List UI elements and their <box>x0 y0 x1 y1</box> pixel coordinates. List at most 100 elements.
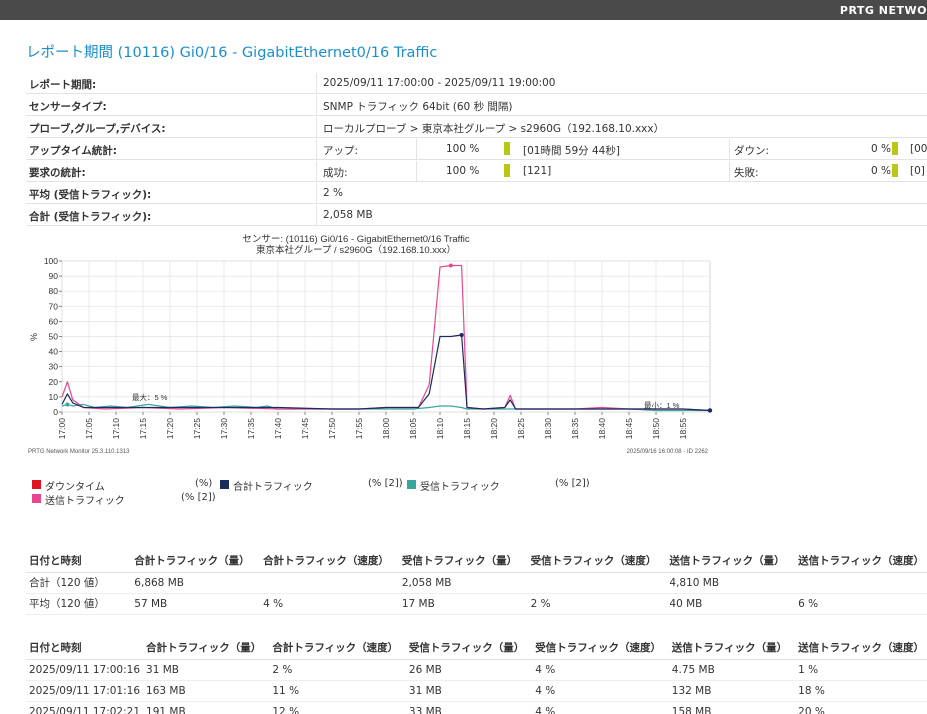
legend-unit: (% [2]) <box>555 478 590 489</box>
max-annotation: 最大：5 % <box>132 392 168 402</box>
x-tick-label: 17:35 <box>246 418 256 440</box>
chart-subtitle: 東京本社グループ / s2960G（192.168.10.xxx） <box>256 244 456 256</box>
average-value: 2 % <box>323 187 343 199</box>
divider <box>316 205 317 226</box>
y-tick-label: 100 <box>44 256 58 266</box>
requests-fail-pct: 0 % <box>871 165 891 177</box>
table-cell: 31 MB <box>143 659 270 681</box>
table-cell: 17 MB <box>398 593 528 615</box>
table-row: 平均（120 値） 57 MB 4 % 17 MB 2 % 40 MB 6 % <box>26 593 927 615</box>
uptime-down-bar <box>892 142 898 155</box>
column-header: 合計トラフィック（量） <box>143 636 270 660</box>
table-header-row: 日付と時刻 合計トラフィック（量） 合計トラフィック（速度） 受信トラフィック（… <box>26 549 927 573</box>
y-tick-label: 30 <box>49 362 59 372</box>
divider <box>316 139 317 160</box>
table-cell: 合計（120 値） <box>26 572 132 594</box>
y-tick-label: 10 <box>49 392 59 402</box>
table-cell: 163 MB <box>143 680 270 702</box>
requests-fail-label: 失敗: <box>734 167 759 179</box>
requests-success-count: [121] <box>523 165 552 177</box>
column-header: 合計トラフィック（速度） <box>269 636 406 660</box>
uptime-label: アップタイム統計: <box>29 145 117 157</box>
sensor-type-label: センサータイプ: <box>29 101 107 113</box>
requests-success-bar <box>504 164 510 177</box>
table-cell: 4 % <box>532 680 669 702</box>
x-tick-label: 17:30 <box>219 418 229 440</box>
table-header-row: 日付と時刻 合計トラフィック（量） 合計トラフィック（速度） 受信トラフィック（… <box>26 636 927 660</box>
column-header: 受信トラフィック（量） <box>398 549 528 573</box>
divider <box>316 161 317 182</box>
chart-title: センサー: (10116) Gi0/16 - GigabitEthernet0/… <box>242 234 469 245</box>
uptime-up-bar <box>504 142 510 155</box>
table-row: 合計（120 値） 6,868 MB 2,058 MB 4,810 MB <box>26 572 927 594</box>
divider <box>729 139 730 160</box>
divider <box>416 161 417 182</box>
probe-label: プローブ,グループ,デバイス: <box>29 123 166 135</box>
x-tick-label: 17:40 <box>273 418 283 440</box>
table-cell: 158 MB <box>668 701 796 714</box>
requests-label: 要求の統計: <box>29 167 86 179</box>
x-axis-ticks: 17:00 17:05 17:10 17:15 17:20 17:25 17:30 17:35… <box>57 412 688 439</box>
y-tick-label: 90 <box>49 271 59 281</box>
summary-table: 日付と時刻 合計トラフィック（量） 合計トラフィック（速度） 受信トラフィック（… <box>26 549 927 615</box>
x-tick-label: 17:45 <box>300 418 310 440</box>
top-bar: PRTG NETWO <box>0 0 927 20</box>
table-cell: 2,058 MB <box>398 572 528 594</box>
legend-swatch <box>32 480 41 489</box>
table-cell: 2025/09/11 17:02:21 <box>26 701 144 714</box>
table-cell: 2025/09/11 17:00:16 <box>26 659 144 681</box>
table-row: 2025/09/11 17:02:21 191 MB 12 % 33 MB 4 … <box>26 701 927 714</box>
table-cell: 33 MB <box>405 701 533 714</box>
x-tick-label: 17:05 <box>84 418 94 440</box>
requests-fail-bar <box>892 164 898 177</box>
x-tick-label: 17:00 <box>57 418 67 440</box>
column-header: 送信トラフィック（速度） <box>795 636 927 660</box>
y-tick-label: 80 <box>49 286 59 296</box>
uptime-down-pct: 0 % <box>871 143 891 155</box>
y-tick-label: 40 <box>49 347 59 357</box>
x-tick-label: 18:45 <box>624 418 634 440</box>
total-value: 2,058 MB <box>323 209 373 221</box>
table-cell: 2 % <box>527 593 667 615</box>
legend-swatch <box>220 480 229 489</box>
table-cell: 4 % <box>260 593 399 615</box>
column-header: 合計トラフィック（量） <box>131 549 261 573</box>
table-cell: 4.75 MB <box>668 659 796 681</box>
legend-unit: (% [2]) <box>368 478 403 489</box>
info-row-period: レポート期間: 2025/09/11 17:00:00 - 2025/09/11… <box>26 73 927 94</box>
x-tick-label: 18:25 <box>516 418 526 440</box>
divider <box>316 117 317 138</box>
info-row-uptime: アップタイム統計: アップ: 100 % [01時間 59分 44秒] ダウン:… <box>26 139 927 160</box>
column-header: 合計トラフィック（速度） <box>260 549 399 573</box>
y-axis-label: % <box>29 333 39 341</box>
info-row-total: 合計 (受信トラフィック): 2,058 MB <box>26 205 927 226</box>
uptime-down-label: ダウン: <box>734 145 770 157</box>
table-row: 2025/09/11 17:01:16 163 MB 11 % 31 MB 4 … <box>26 680 927 702</box>
info-row-sensor-type: センサータイプ: SNMP トラフィック 64bit (60 秒 間隔) <box>26 95 927 116</box>
y-tick-label: 60 <box>49 316 59 326</box>
period-value: 2025/09/11 17:00:00 - 2025/09/11 19:00:0… <box>323 77 556 89</box>
y-tick-label: 70 <box>49 301 59 311</box>
table-cell: 40 MB <box>666 593 796 615</box>
table-row: 2025/09/11 17:00:16 31 MB 2 % 26 MB 4 % … <box>26 659 927 681</box>
brand-label: PRTG NETWO <box>839 4 927 17</box>
table-cell: 平均（120 値） <box>26 593 132 615</box>
uptime-up-label: アップ: <box>323 145 359 157</box>
table-cell: 18 % <box>795 680 927 702</box>
x-tick-label: 18:40 <box>597 418 607 440</box>
column-header: 受信トラフィック（速度） <box>532 636 669 660</box>
chart-footer-left: PRTG Network Monitor 25.3.110.1313 <box>28 449 130 455</box>
divider <box>316 95 317 116</box>
x-tick-label: 18:10 <box>435 418 445 440</box>
column-header: 送信トラフィック（速度） <box>795 549 927 573</box>
table-cell: 191 MB <box>143 701 270 714</box>
table-cell <box>260 572 399 594</box>
probe-value: ローカルプローブ > 東京本社グループ > s2960G（192.168.10.… <box>323 123 665 135</box>
y-tick-label: 0 <box>53 407 58 417</box>
column-header: 送信トラフィック（量） <box>668 636 796 660</box>
table-cell: 20 % <box>795 701 927 714</box>
x-tick-label: 18:15 <box>462 418 472 440</box>
legend-name: ダウンタイム <box>45 482 105 493</box>
table-cell: 132 MB <box>668 680 796 702</box>
divider <box>316 73 317 94</box>
